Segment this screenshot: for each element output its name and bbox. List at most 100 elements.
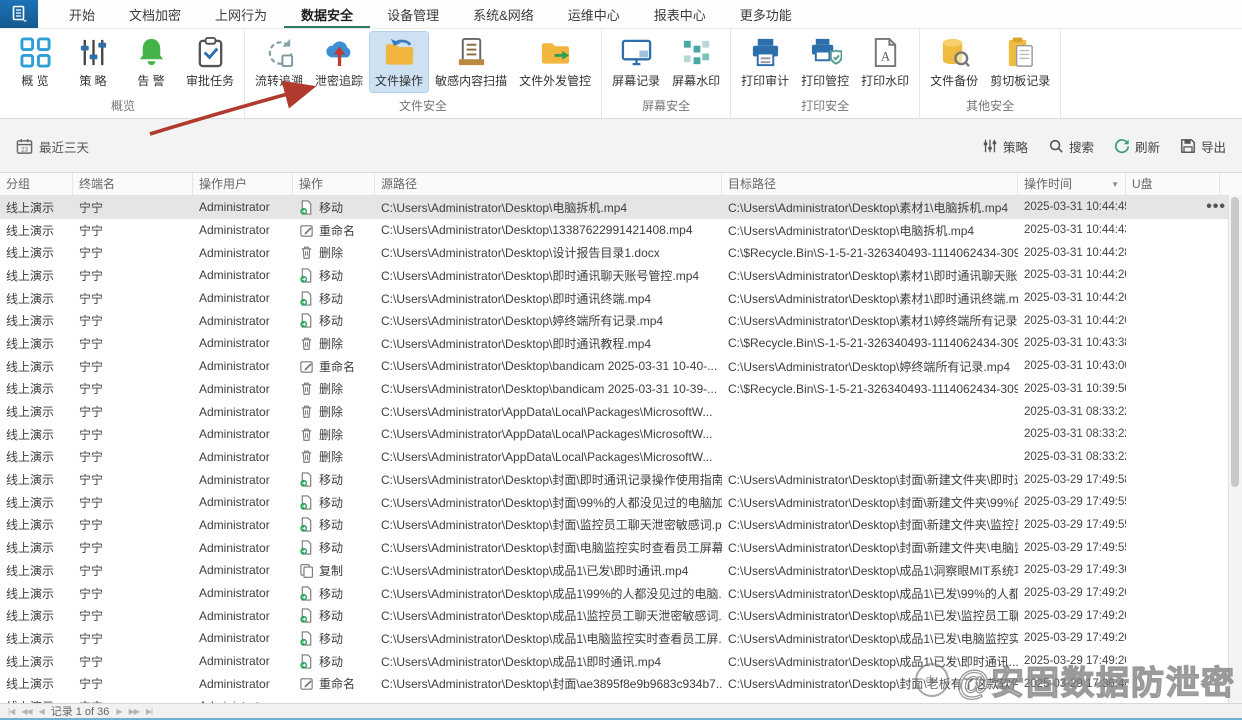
ribbon-button-策略[interactable]: 策 略 xyxy=(65,32,121,92)
column-header-terminal[interactable]: 终端名 xyxy=(73,173,193,195)
file-backup-icon xyxy=(938,36,971,69)
column-header-op[interactable]: 操作 xyxy=(293,173,375,195)
table-row[interactable]: 线上演示 宁宁 Administrator 复制 C:\Users\Administra… xyxy=(0,559,1242,582)
table-row[interactable]: 线上演示 宁宁 Administrator 移动 C:\Users\Administra… xyxy=(0,582,1242,605)
action-label: 搜索 xyxy=(1068,140,1094,155)
cell-source: C:\Users\Administrator\AppData\Local\Pac… xyxy=(381,404,713,419)
ribbon-button-告警[interactable]: 告 警 xyxy=(123,32,179,92)
cell-op: 移动 xyxy=(293,290,375,307)
vertical-scrollbar[interactable] xyxy=(1228,195,1242,704)
column-header-usb[interactable]: U盘 xyxy=(1126,173,1220,195)
ribbon-button-文件备份[interactable]: 文件备份 xyxy=(925,32,983,92)
column-header-target[interactable]: 目标路径 xyxy=(722,173,1018,195)
menu-tab-运维中心[interactable]: 运维中心 xyxy=(551,0,637,28)
ribbon-button-打印管控[interactable]: 打印管控 xyxy=(796,32,854,92)
cell-terminal: 宁宁 xyxy=(79,473,104,488)
cell-user: Administrator xyxy=(199,495,270,510)
move-icon xyxy=(299,631,314,646)
ribbon-button-屏幕记录[interactable]: 屏幕记录 xyxy=(607,32,665,92)
ribbon-button-审批任务[interactable]: 审批任务 xyxy=(181,32,239,92)
delete-icon xyxy=(299,381,314,396)
document-menu-icon xyxy=(9,4,29,24)
svg-text:23: 23 xyxy=(21,146,28,153)
action-策略[interactable]: 策略 xyxy=(982,137,1028,156)
menu-tab-开始[interactable]: 开始 xyxy=(52,0,112,28)
cell-user: Administrator xyxy=(199,427,270,442)
table-row[interactable]: 线上演示 宁宁 Administrator 移动 C:\Users\Administra… xyxy=(0,536,1242,559)
ribbon-button-敏感内容扫描[interactable]: 敏感内容扫描 xyxy=(430,32,512,92)
menu-tab-报表中心[interactable]: 报表中心 xyxy=(637,0,723,28)
table-row[interactable]: 线上演示 宁宁 Administrator 移动 C:\Users\Administra… xyxy=(0,627,1242,650)
filter-dropdown-icon[interactable]: ▼ xyxy=(1111,174,1119,195)
pager-next-button[interactable]: ▶ xyxy=(116,707,122,716)
column-header-user[interactable]: 操作用户 xyxy=(193,173,293,195)
cell-user: Administrator xyxy=(199,540,270,555)
cell-source: C:\Users\Administrator\Desktop\封面\即时通讯记录… xyxy=(381,473,722,488)
table-row[interactable]: 线上演示 宁宁 Administrator 重命名 C:\Users\Administr… xyxy=(0,219,1242,242)
column-header-source[interactable]: 源路径 xyxy=(375,173,722,195)
cell-source: C:\Users\Administrator\Desktop\婷终端所有记录.m… xyxy=(381,314,664,329)
app-menu-button[interactable] xyxy=(0,0,38,28)
row-more-button[interactable]: ••• xyxy=(1206,196,1226,218)
pager-next-group-button[interactable]: ▶▶ xyxy=(129,707,140,716)
table-row[interactable]: 线上演示 宁宁 Administrator 移动 C:\Users\Administra… xyxy=(0,309,1242,332)
ribbon-button-屏幕水印[interactable]: 屏幕水印 xyxy=(667,32,725,92)
table-row[interactable]: 线上演示 宁宁 Administrator 移动 C:\Users\Administra… xyxy=(0,650,1242,673)
menu-tab-设备管理[interactable]: 设备管理 xyxy=(370,0,456,28)
ribbon-button-文件操作[interactable]: 文件操作 xyxy=(369,31,430,93)
column-header-time[interactable]: 操作时间 ▼ xyxy=(1018,173,1126,195)
cell-source: C:\Users\Administrator\Desktop\即时通讯终端.mp… xyxy=(381,291,652,306)
ribbon-button-概览[interactable]: 概 览 xyxy=(7,32,63,92)
cell-target: C:\Users\Administrator\Desktop\成品1\已发\99… xyxy=(728,586,1018,601)
ribbon-button-文件外发管控[interactable]: 文件外发管控 xyxy=(514,32,596,92)
table-row[interactable]: 线上演示 宁宁 Administrator 移动 C:\Users\Administra… xyxy=(0,514,1242,537)
pager-prev-group-button[interactable]: ◀◀ xyxy=(21,707,32,716)
ribbon-button-打印水印[interactable]: A 打印水印 xyxy=(856,32,914,92)
ribbon-button-剪切板记录[interactable]: 剪切板记录 xyxy=(985,32,1055,92)
table-row[interactable]: 线上演示 宁宁 Administrator 删除 C:\Users\Administra… xyxy=(0,423,1242,446)
cell-terminal: 宁宁 xyxy=(79,223,104,238)
ribbon-button-打印审计[interactable]: 打印审计 xyxy=(736,32,794,92)
table-row[interactable]: 线上演示 宁宁 Administrator 重命名 C:\Users\Administr… xyxy=(0,355,1242,378)
pager-last-button[interactable]: ▶| xyxy=(146,707,153,716)
column-header-group[interactable]: 分组 xyxy=(0,173,73,195)
table-row[interactable]: 线上演示 宁宁 Administrator 删除 C:\Users\Administra… xyxy=(0,332,1242,355)
action-刷新[interactable]: 刷新 xyxy=(1114,137,1160,156)
ribbon-button-泄密追踪[interactable]: 泄密追踪 xyxy=(310,32,368,92)
leak-trace-cloud-icon xyxy=(323,36,356,69)
cell-op: 移动 xyxy=(293,607,375,624)
action-导出[interactable]: 导出 xyxy=(1180,137,1226,156)
menu-tab-数据安全[interactable]: 数据安全 xyxy=(284,0,370,28)
table-row[interactable]: 线上演示 宁宁 Administrator 删除 C:\Users\Administra… xyxy=(0,446,1242,469)
pager-prev-button[interactable]: ◀ xyxy=(39,707,45,716)
table-row[interactable]: 线上演示 宁宁 Administrator 移动 C:\Users\Administra… xyxy=(0,604,1242,627)
action-搜索[interactable]: 搜索 xyxy=(1048,137,1094,156)
cell-terminal: 宁宁 xyxy=(79,359,104,374)
cell-time: 2025-03-31 08:33:22 xyxy=(1024,450,1126,463)
ribbon-button-流转追溯[interactable]: 流转追溯 xyxy=(250,32,308,92)
table-row[interactable]: 线上演示 宁宁 Administrator 删除 C:\Users\Administra… xyxy=(0,400,1242,423)
menu-tab-更多功能[interactable]: 更多功能 xyxy=(723,0,809,28)
table-row[interactable]: 线上演示 宁宁 Administrator 删除 C:\Users\Administra… xyxy=(0,241,1242,264)
menu-tab-文档加密[interactable]: 文档加密 xyxy=(112,0,198,28)
ribbon-button-label: 敏感内容扫描 xyxy=(435,74,508,88)
table-row[interactable]: 线上演示 宁宁 Administrator 移动 C:\Users\Administra… xyxy=(0,264,1242,287)
cell-target: C:\Users\Administrator\Desktop\封面\新建文件夹\… xyxy=(728,541,1018,556)
cell-target: C:\Users\Administrator\Desktop\成品1\洞察眼MI… xyxy=(728,563,1018,578)
menu-tab-系统&网络[interactable]: 系统&网络 xyxy=(456,0,551,28)
file-operations-grid: 分组 终端名 操作用户 操作 源路径 目标路径 操作时间 ▼ U盘 线上演示 宁宁 Administ… xyxy=(0,172,1242,704)
table-row[interactable]: 线上演示 宁宁 Administrator 重命名 C:\Users\Administr… xyxy=(0,672,1242,695)
date-range-filter[interactable]: 23 最近三天 xyxy=(16,137,89,156)
pager-first-button[interactable]: |◀ xyxy=(8,707,15,716)
cell-source: C:\Users\Administrator\Desktop\封面\ae3895… xyxy=(381,677,722,692)
scrollbar-thumb[interactable] xyxy=(1231,197,1239,487)
table-row[interactable]: 线上演示 宁宁 Administrator 删除 C:\Users\Administra… xyxy=(0,378,1242,401)
table-row[interactable]: 线上演示 宁宁 Administrator 移动 C:\Users\Administra… xyxy=(0,196,1242,219)
table-row[interactable]: 线上演示 宁宁 Administrator 移动 C:\Users\Administra… xyxy=(0,468,1242,491)
cell-op: 删除 xyxy=(293,244,375,261)
cell-op: 删除 xyxy=(293,448,375,465)
table-row[interactable]: 线上演示 宁宁 Administrator 移动 C:\Users\Administra… xyxy=(0,287,1242,310)
table-row[interactable]: 线上演示 宁宁 Administrator 移动 C:\Users\Administra… xyxy=(0,491,1242,514)
cell-time: 2025-03-29 17:49:58 xyxy=(1024,473,1126,486)
menu-tab-上网行为[interactable]: 上网行为 xyxy=(198,0,284,28)
